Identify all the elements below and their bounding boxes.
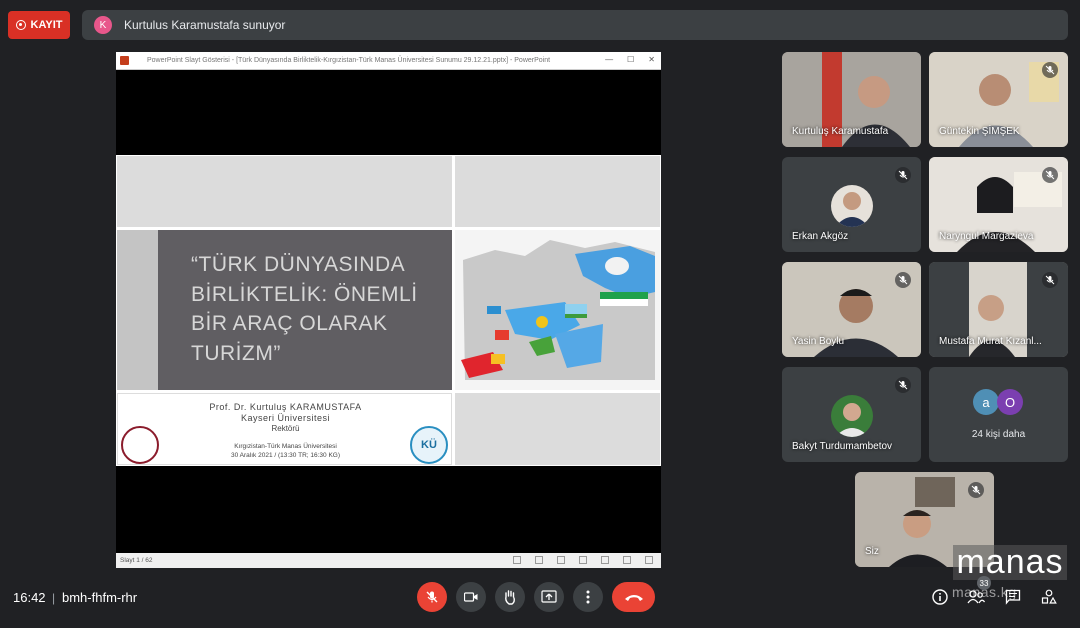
slide-title-box: “TÜRK DÜNYASINDA BİRLİKTELİK: ÖNEMLİ BİR… [117,230,452,390]
avatar: a [973,389,999,415]
participant-name: Naryngul Margazieva [939,231,1034,242]
participant-tile[interactable]: Erkan Akgöz [782,157,921,252]
prev-slide-icon[interactable] [513,556,521,564]
raise-hand-button[interactable] [495,582,525,612]
mic-off-icon [895,377,911,393]
mic-off-icon [1042,62,1058,78]
leave-call-button[interactable] [612,582,655,612]
meeting-code: bmh-fhfm-rhr [62,590,138,605]
avatar: O [997,389,1023,415]
reading-view-icon[interactable] [623,556,631,564]
mic-off-icon [1042,167,1058,183]
present-button[interactable] [534,582,564,612]
normal-view-icon[interactable] [579,556,587,564]
separator: | [52,591,56,605]
ppt-window-title: PowerPoint Slayt Gösterisi - [Türk Dünya… [147,57,551,64]
activities-icon [1041,589,1057,604]
next-slide-icon[interactable] [557,556,565,564]
presenter-text: Kurtulus Karamustafa sunuyor [124,18,286,32]
slide-title: “TÜRK DÜNYASINDA BİRLİKTELİK: ÖNEMLİ BİR… [191,253,418,365]
university-name: Kayseri Üniversitesi [240,413,331,423]
presentation-window: PowerPoint Slayt Gösterisi - [Türk Dünya… [116,52,661,568]
mic-off-icon [968,482,984,498]
hangup-icon [624,594,643,601]
present-icon [541,590,557,603]
participant-name: Yasin Boylu [792,336,845,347]
info-icon [932,589,948,605]
record-icon [15,20,26,30]
notes-icon[interactable] [535,556,543,564]
chat-icon [1005,589,1021,605]
avatar [830,185,873,227]
slide-sorter-icon[interactable] [601,556,609,564]
activities-button[interactable] [1040,588,1058,606]
participant-tile[interactable]: Güntekin ŞİMŞEK [929,52,1068,147]
slide-author-box: Prof. Dr. Kurtuluş KARAMUSTAFA Kayseri Ü… [117,393,452,465]
recording-button[interactable]: KAYIT [8,11,70,39]
ppt-status-bar: Slayt 1 / 62 [116,553,661,568]
manas-university-logo: KÜ [410,426,448,464]
more-vert-icon [586,590,590,604]
people-count-badge: 33 [977,576,991,590]
people-button[interactable] [967,588,985,606]
participant-name: Güntekin ŞİMŞEK [939,126,1020,137]
chat-button[interactable] [1004,588,1022,606]
slide-counter: Slayt 1 / 62 [120,557,153,564]
presenter-avatar: K [94,16,112,34]
close-icon[interactable]: ✕ [648,55,655,64]
participant-tile[interactable]: Mustafa Murat Kızanl... [929,262,1068,357]
participant-tile[interactable]: Bakyt Turdumambetov [782,367,921,462]
minimize-icon[interactable]: — [605,55,613,64]
participant-tile[interactable]: Kurtuluş Karamustafa [782,52,921,147]
mic-off-icon [895,272,911,288]
mic-off-icon [426,591,438,603]
mic-off-icon [1042,272,1058,288]
slide: “TÜRK DÜNYASINDA BİRLİKTELİK: ÖNEMLİ BİR… [116,155,661,466]
meeting-info-button[interactable] [931,588,949,606]
mic-toggle-button[interactable] [417,582,447,612]
avatar [830,395,873,437]
manas-watermark: manas [953,545,1067,580]
recording-label: KAYIT [30,19,63,31]
camera-toggle-button[interactable] [456,582,486,612]
participant-name: Mustafa Murat Kızanl... [939,336,1042,347]
hand-icon [505,590,515,605]
powerpoint-icon [120,56,129,65]
participant-tile[interactable]: Yasin Boylu [782,262,921,357]
camera-icon [464,592,478,602]
more-participants-tile[interactable]: a O 24 kişi daha [929,367,1068,462]
participant-name: Erkan Akgöz [792,231,849,242]
event-date: 30 Aralık 2021 / (13:30 TR; 16:30 KG) [231,452,340,459]
participant-name: Bakyt Turdumambetov [792,441,893,452]
turkic-world-map [455,230,660,390]
maximize-icon[interactable]: ☐ [627,55,634,64]
more-options-button[interactable] [573,582,603,612]
slideshow-icon[interactable] [645,556,653,564]
clock: 16:42 [13,590,46,605]
presenter-banner: K Kurtulus Karamustafa sunuyor [82,10,1068,40]
participant-tile[interactable]: Naryngul Margazieva [929,157,1068,252]
event-venue: Kırgızistan-Türk Manas Üniversitesi [234,443,337,450]
participant-name: Kurtuluş Karamustafa [792,126,889,137]
more-participants-label: 24 kişi daha [971,429,1026,440]
author-role: Rektörü [271,424,300,433]
mic-off-icon [895,167,911,183]
self-label: Siz [865,546,879,557]
ppt-title-bar: PowerPoint Slayt Gösterisi - [Türk Dünya… [116,52,661,70]
author-name: Prof. Dr. Kurtuluş KARAMUSTAFA [209,402,362,412]
people-icon [967,590,985,604]
